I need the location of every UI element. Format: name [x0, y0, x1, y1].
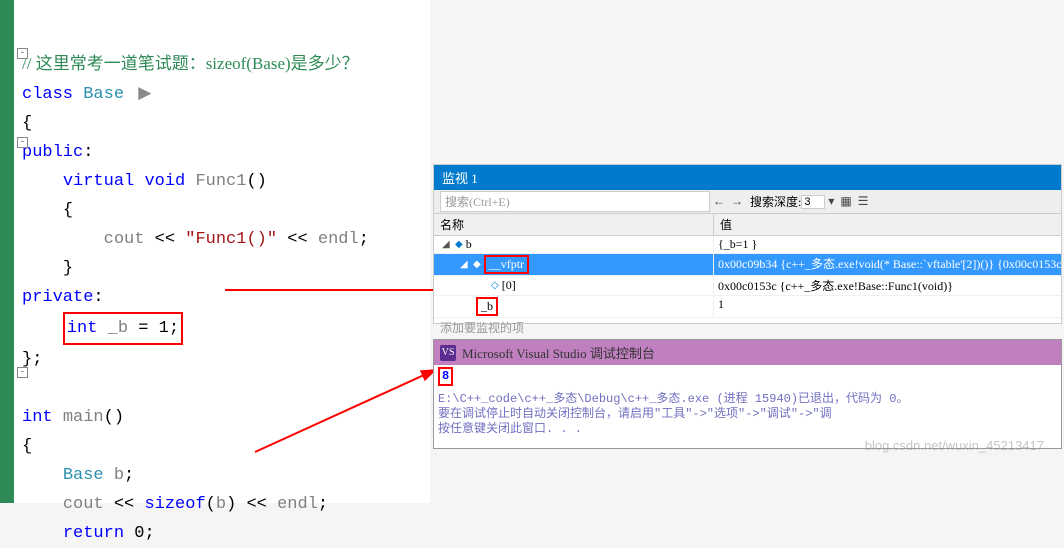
depth-dropdown-icon[interactable]: ▾ [828, 194, 834, 209]
search-next-icon[interactable]: → [731, 194, 743, 209]
watch-toolbar: 搜索(Ctrl+E) ← → 搜索深度: ▾ ▦ ☰ [434, 190, 1061, 214]
list-icon[interactable]: ☰ [858, 194, 869, 209]
watch-title: 监视 1 [434, 165, 1061, 190]
vs-icon: VS [440, 345, 456, 361]
console-exit-text: E:\C++_code\c++_多态\Debug\c++_多态.exe (进程 … [438, 392, 1057, 437]
watch-var-name: [0] [502, 278, 516, 293]
depth-label: 搜索深度: [750, 193, 801, 210]
col-name-header: 名称 [434, 214, 714, 235]
console-panel: VS Microsoft Visual Studio 调试控制台 8 E:\C+… [433, 339, 1062, 449]
diamond-icon: ◆ [455, 239, 463, 250]
console-title: VS Microsoft Visual Studio 调试控制台 [434, 340, 1061, 365]
watch-var-value: 0x00c09b34 {c++_多态.exe!void(* Base::`vft… [714, 254, 1061, 275]
code-content: // 这里常考一道笔试题：sizeof(Base)是多少？ class Base… [22, 20, 430, 548]
fold-button-func[interactable]: - [17, 137, 28, 148]
search-input[interactable]: 搜索(Ctrl+E) [440, 191, 710, 212]
play-icon: ▶ [138, 80, 151, 109]
watch-columns: 名称 值 [434, 214, 1061, 236]
fold-button-main[interactable]: - [17, 367, 28, 378]
watch-add-hint[interactable]: 添加要监视的项 [434, 318, 1061, 337]
console-body: 8 E:\C++_code\c++_多态\Debug\c++_多态.exe (进… [434, 365, 1061, 439]
diamond-icon: ◇ [491, 280, 499, 291]
tree-icon[interactable]: ▦ [840, 194, 851, 209]
code-editor: - - - // 这里常考一道笔试题：sizeof(Base)是多少？ clas… [0, 0, 430, 503]
watch-var-name: _b [481, 299, 493, 313]
tree-arrow-icon[interactable]: ◢ [460, 259, 470, 270]
fold-button-class[interactable]: - [17, 48, 28, 59]
diamond-icon: ◆ [473, 259, 481, 270]
watch-row[interactable]: ◇[0] 0x00c0153c {c++_多态.exe!Base::Func1(v… [434, 276, 1061, 296]
watch-row[interactable]: ◢◆ __vfptr 0x00c09b34 {c++_多态.exe!void(* B… [434, 254, 1061, 276]
watch-row[interactable]: _b 1 [434, 296, 1061, 318]
highlight-member: int _b = 1; [63, 312, 183, 345]
watch-var-value: 0x00c0153c {c++_多态.exe!Base::Func1(void)… [714, 276, 1061, 295]
comment-line: // 这里常考一道笔试题：sizeof(Base)是多少？ [22, 54, 359, 73]
watch-var-name: b [466, 237, 472, 252]
watch-rows: ◢◆b{_b=1 }◢◆__vfptr0x00c09b34 {c++_多态.ex… [434, 236, 1061, 318]
tree-arrow-icon[interactable]: ◢ [442, 239, 452, 250]
watch-var-value: {_b=1 } [714, 236, 1061, 253]
watch-panel: 监视 1 搜索(Ctrl+E) ← → 搜索深度: ▾ ▦ ☰ 名称 值 ◢◆b… [433, 164, 1062, 324]
depth-input[interactable] [801, 195, 825, 209]
watch-var-value: 1 [714, 296, 1061, 317]
watch-row[interactable]: ◢◆b {_b=1 } [434, 236, 1061, 254]
left-gutter [0, 0, 14, 503]
col-value-header: 值 [714, 214, 1061, 235]
search-prev-icon[interactable]: ← [713, 194, 725, 209]
output-highlight: 8 [438, 367, 453, 386]
watch-var-name: __vfptr [489, 257, 524, 271]
